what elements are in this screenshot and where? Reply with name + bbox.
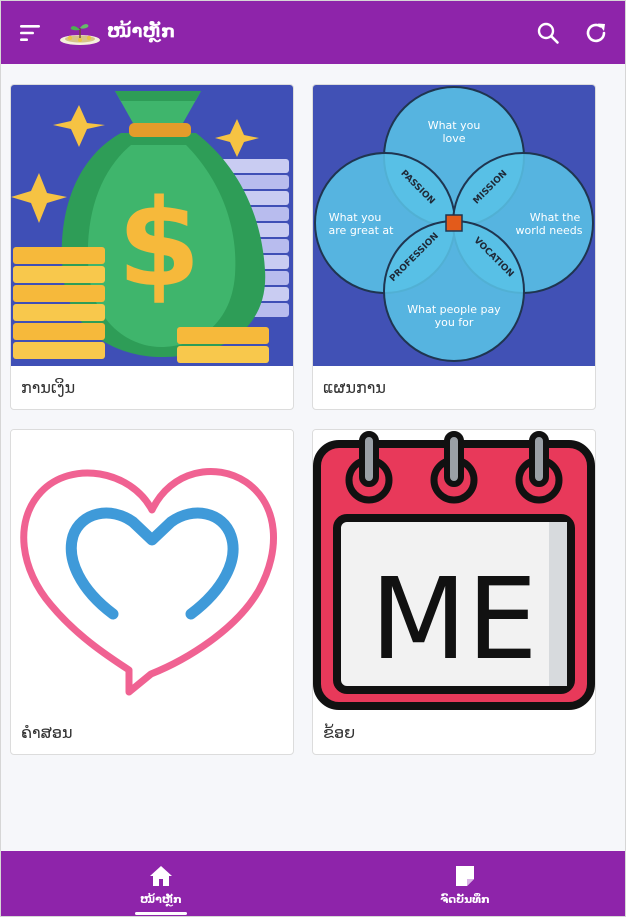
- svg-text:$: $: [117, 175, 201, 314]
- card-label: ແຜນການ: [323, 378, 386, 397]
- diagram-label-great-1: What you: [329, 211, 382, 224]
- tab-home[interactable]: ໜ້າຫຼັກ: [81, 851, 241, 916]
- ikigai-venn-diagram: What you love What you are great at What…: [313, 85, 595, 366]
- calendar-me-text: ME: [370, 555, 537, 685]
- top-app-bar: ໜ້າຫຼັກ: [1, 1, 625, 64]
- card-label: ການເງິນ: [21, 378, 76, 397]
- bottom-navigation: ໜ້າຫຼັກ ຈົດບັນທຶກ: [1, 851, 625, 916]
- refresh-icon[interactable]: [584, 21, 608, 45]
- tab-notes-label: ຈົດບັນທຶກ: [440, 893, 490, 906]
- app-frame: ໜ້າຫຼັກ $ ການເງິນ What you love What you…: [0, 0, 626, 917]
- category-card-me[interactable]: ME ຂ້ອຍ: [312, 429, 596, 755]
- diagram-label-paid-2: you for: [435, 316, 474, 329]
- tab-home-label: ໜ້າຫຼັກ: [140, 893, 182, 906]
- active-tab-indicator: [135, 912, 187, 915]
- diagram-label-love-1: What you: [428, 119, 481, 132]
- page-title: ໜ້າຫຼັກ: [107, 21, 176, 42]
- diagram-label-world-1: What the: [530, 211, 581, 224]
- diagram-label-love-2: love: [442, 132, 465, 145]
- card-label: ຂ້ອຍ: [323, 723, 356, 742]
- home-icon: [150, 866, 172, 886]
- money-plant-logo: [60, 24, 100, 45]
- diagram-label-great-2: are great at: [329, 224, 395, 237]
- diagram-label-world-2: world needs: [515, 224, 582, 237]
- category-card-teachings[interactable]: ຄຳສອນ: [10, 429, 294, 755]
- diagram-label-paid-1: What people pay: [407, 303, 501, 316]
- calendar-me-illustration: ME: [313, 430, 595, 711]
- category-card-finance[interactable]: $ ການເງິນ: [10, 84, 294, 410]
- menu-icon[interactable]: [18, 21, 42, 45]
- card-label: ຄຳສອນ: [21, 723, 73, 742]
- heart-illustration: [11, 430, 293, 711]
- category-card-plan[interactable]: What you love What you are great at What…: [312, 84, 596, 410]
- money-bag-illustration: $: [11, 85, 293, 366]
- search-icon[interactable]: [536, 21, 560, 45]
- tab-notes[interactable]: ຈົດບັນທຶກ: [385, 851, 545, 916]
- note-icon: [456, 866, 474, 886]
